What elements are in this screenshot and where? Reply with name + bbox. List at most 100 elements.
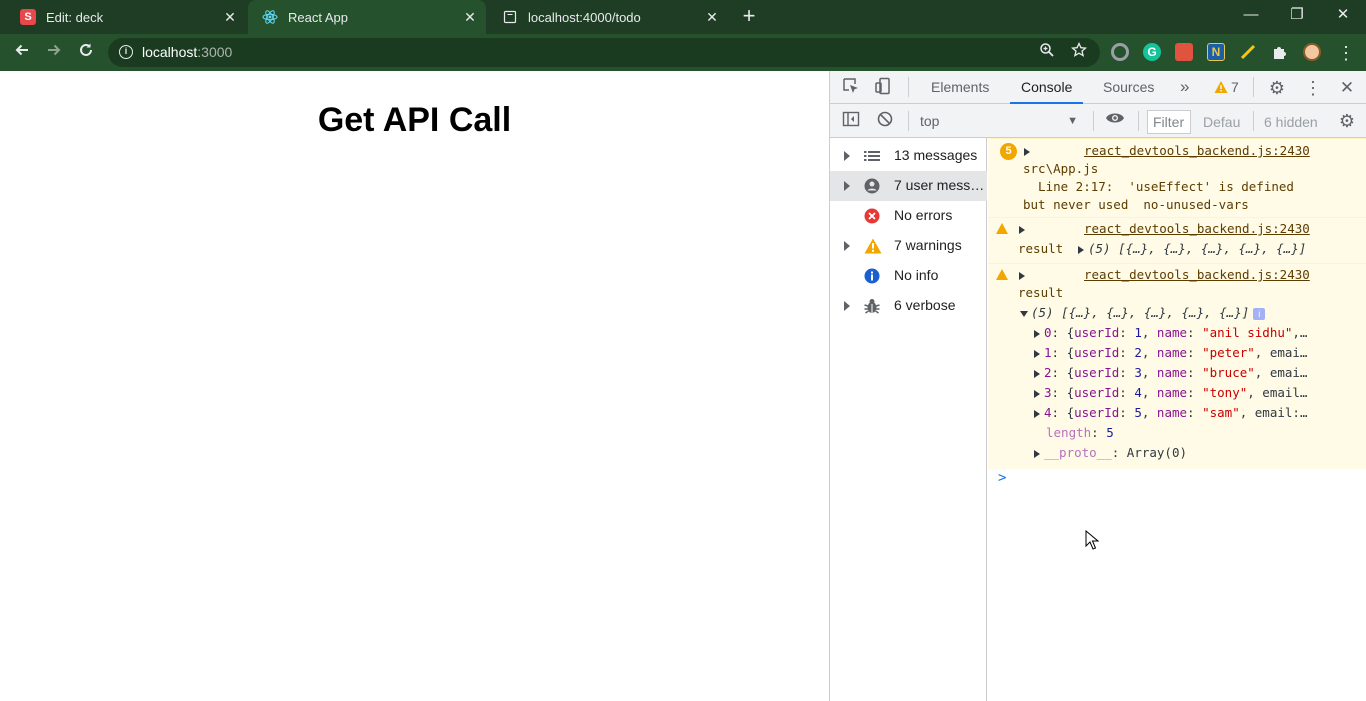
source-link[interactable]: react_devtools_backend.js:2430 <box>1084 141 1310 161</box>
warning-count[interactable]: 7 <box>1231 71 1239 104</box>
sidebar-item-verbose[interactable]: 6 verbose <box>830 291 987 321</box>
console-prompt[interactable]: > <box>998 470 1006 486</box>
value-token: "bruce" <box>1202 365 1255 380</box>
new-tab-button[interactable]: + <box>738 5 760 28</box>
expand-arrow-icon <box>1078 245 1084 254</box>
expand-arrow-icon <box>844 301 850 311</box>
settings-gear-icon[interactable]: ⚙ <box>1266 77 1288 99</box>
eye-icon[interactable] <box>1104 110 1126 132</box>
puzzle-icon[interactable] <box>1271 43 1289 61</box>
console-settings-gear-icon[interactable]: ⚙ <box>1336 110 1358 132</box>
close-devtools-icon[interactable]: ✕ <box>1336 77 1358 99</box>
context-select[interactable]: top ▼ <box>914 110 1086 132</box>
sidebar-item-warnings[interactable]: 7 warnings <box>830 231 987 261</box>
sidebar-item-user-messages[interactable]: 7 user mess… <box>830 171 987 201</box>
source-link[interactable]: react_devtools_backend.js:2430 <box>1084 265 1310 285</box>
ext-red-icon[interactable] <box>1175 43 1193 61</box>
menu-icon[interactable]: ⋮ <box>1334 41 1358 65</box>
value-token: name <box>1156 325 1188 340</box>
array-item-row[interactable]: 3: {userId: 4, name: "tony", email… <box>1034 383 1307 403</box>
close-window-button[interactable]: ✕ <box>1320 0 1366 30</box>
address-bar[interactable]: i localhost:3000 <box>108 38 1100 67</box>
expand-arrow-icon <box>844 151 850 161</box>
value-token: "tony" <box>1202 385 1248 400</box>
expand-arrow-icon[interactable] <box>1019 219 1029 239</box>
device-toolbar-icon[interactable] <box>872 77 894 99</box>
sidebar-item-messages[interactable]: 13 messages <box>830 141 987 171</box>
inspect-icon[interactable] <box>840 77 862 99</box>
grammarly-icon[interactable]: G <box>1143 43 1161 61</box>
console-message-warning: react_devtools_backend.js:2430 result (5… <box>988 263 1366 469</box>
ext-pencil-icon[interactable] <box>1239 43 1257 61</box>
value-token: , emai… <box>1254 345 1308 360</box>
expand-arrow-icon <box>1034 409 1040 418</box>
console-output: 5 react_devtools_backend.js:2430 src\App… <box>988 138 1366 701</box>
console-message-warning: react_devtools_backend.js:2430 result (5… <box>988 217 1366 263</box>
close-tab-icon[interactable]: ✕ <box>704 9 720 25</box>
value-token: userId <box>1074 385 1120 400</box>
repeat-count-badge: 5 <box>1000 143 1017 160</box>
expand-arrow-icon[interactable] <box>1024 141 1034 161</box>
expand-arrow-icon <box>1034 389 1040 398</box>
zoom-icon[interactable] <box>1035 41 1059 65</box>
sidebar-item-errors[interactable]: No errors <box>830 201 987 231</box>
source-link-text: react_devtools_backend.js:2430 <box>1084 221 1310 236</box>
value-token: Array(0) <box>1126 445 1188 460</box>
tab-title: Edit: deck <box>46 9 104 25</box>
array-summary-expanded[interactable]: (5) [{…}, {…}, {…}, {…}, {…}] i <box>1020 303 1266 323</box>
tab-elements[interactable]: Elements <box>931 71 989 104</box>
value-token: name <box>1156 365 1188 380</box>
close-tab-icon[interactable]: ✕ <box>462 9 478 25</box>
browser-toolbar: i localhost:3000 G N ⋮ <box>0 34 1366 71</box>
info-icon <box>864 268 880 284</box>
sidebar-item-info[interactable]: No info <box>830 261 987 291</box>
react-icon <box>262 9 278 25</box>
tab-todo[interactable]: localhost:4000/todo ✕ <box>488 0 728 34</box>
array-item-row[interactable]: 4: {userId: 5, name: "sam", email:… <box>1034 403 1307 423</box>
mouse-cursor-icon <box>1085 529 1100 553</box>
value-token: userId <box>1074 345 1120 360</box>
log-levels-dropdown[interactable]: Defau <box>1203 110 1240 134</box>
divider <box>1253 77 1254 97</box>
close-tab-icon[interactable]: ✕ <box>222 9 238 25</box>
console-message-warning: 5 react_devtools_backend.js:2430 src\App… <box>988 138 1366 217</box>
ext-circle-icon[interactable] <box>1111 43 1129 61</box>
tab-sources[interactable]: Sources <box>1103 71 1154 104</box>
value-token: 1 <box>1134 325 1142 340</box>
minimize-button[interactable]: — <box>1228 0 1274 30</box>
expand-arrow-icon <box>844 241 850 251</box>
avatar[interactable] <box>1303 43 1321 61</box>
array-summary[interactable]: (5) [{…}, {…}, {…}, {…}, {…}] <box>1078 239 1306 259</box>
forward-icon[interactable] <box>42 41 66 65</box>
tab-console[interactable]: Console <box>1010 71 1084 104</box>
array-proto-row[interactable]: __proto__: Array(0) <box>1034 443 1187 463</box>
expand-arrow-icon <box>1034 369 1040 378</box>
bookmark-star-icon[interactable] <box>1067 41 1091 65</box>
tab-react-app[interactable]: React App ✕ <box>248 0 486 34</box>
more-tabs-button[interactable]: » <box>1180 71 1189 104</box>
site-info-icon[interactable]: i <box>119 45 133 59</box>
array-item-row[interactable]: 0: {userId: 1, name: "anil sidhu",… <box>1034 323 1307 343</box>
array-summary-text: (5) [{…}, {…}, {…}, {…}, {…}] <box>1088 241 1307 256</box>
ext-blue-icon[interactable]: N <box>1207 43 1225 61</box>
restore-button[interactable]: ❐ <box>1274 0 1320 30</box>
sidebar-toggle-icon[interactable] <box>840 110 862 132</box>
list-icon <box>864 148 880 164</box>
array-item-row[interactable]: 2: {userId: 3, name: "bruce", emai… <box>1034 363 1307 383</box>
array-item-row[interactable]: 1: {userId: 2, name: "peter", emai… <box>1034 343 1307 363</box>
reload-icon[interactable] <box>74 41 98 65</box>
divider <box>908 77 909 97</box>
more-options-icon[interactable]: ⋮ <box>1302 77 1324 99</box>
hidden-count: 6 hidden <box>1264 114 1318 130</box>
back-icon[interactable] <box>10 41 34 65</box>
filter-input[interactable]: Filter <box>1147 110 1191 134</box>
url-text[interactable]: localhost:3000 <box>142 44 232 60</box>
tab-edit-deck[interactable]: S Edit: deck ✕ <box>6 0 246 34</box>
value-token: userId <box>1074 325 1120 340</box>
sidebar-item-label: 6 verbose <box>894 297 956 313</box>
source-link[interactable]: react_devtools_backend.js:2430 <box>1084 219 1310 239</box>
sidebar-item-label: No errors <box>894 207 953 223</box>
clear-console-icon[interactable] <box>874 110 896 132</box>
expand-arrow-icon[interactable] <box>1019 265 1029 285</box>
warning-icon <box>996 223 1008 234</box>
